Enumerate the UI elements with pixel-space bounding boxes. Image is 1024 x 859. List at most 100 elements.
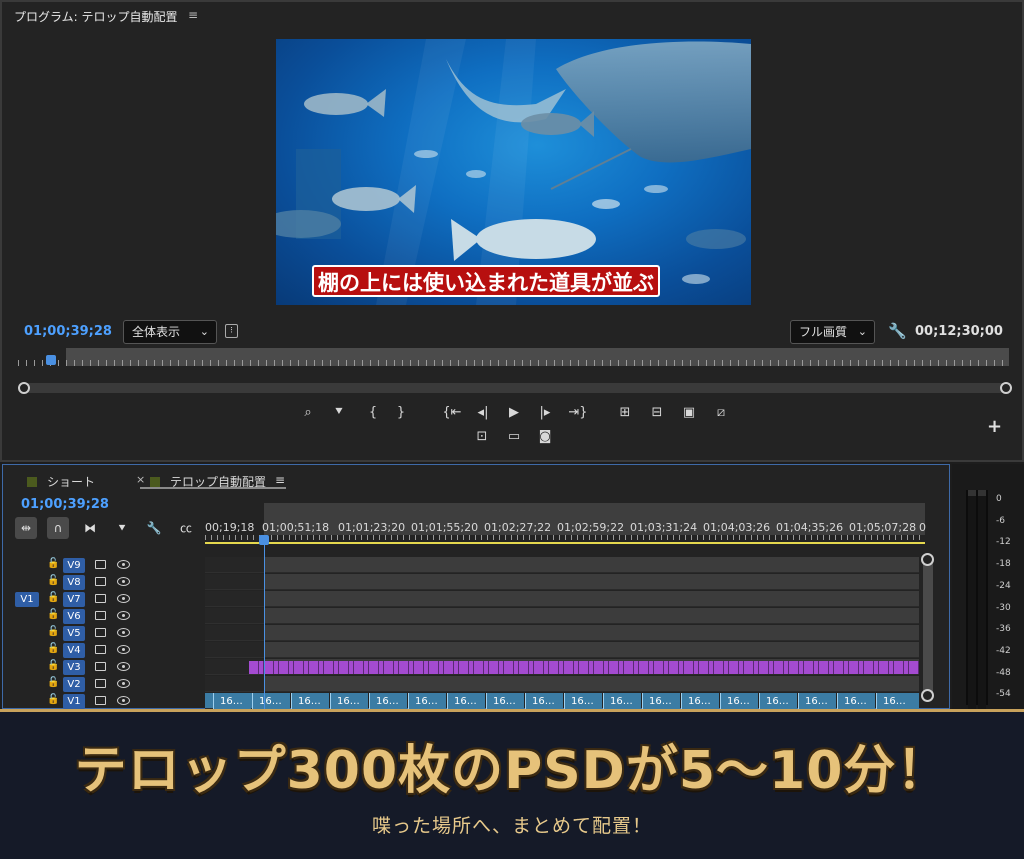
timeline-time-ruler[interactable]: 00;19;18 01;00;51;18 01;01;23;20 01;01;5…: [205, 503, 926, 545]
timeline-vertical-scrollbar[interactable]: [923, 557, 933, 697]
video-clip[interactable]: 16…: [603, 693, 641, 710]
go-to-in-icon[interactable]: {⇤: [442, 405, 462, 421]
marker-icon[interactable]: ⯆: [329, 405, 349, 421]
eye-icon[interactable]: [117, 645, 130, 654]
track-name[interactable]: V9: [63, 558, 85, 573]
lock-icon[interactable]: 🔓: [47, 558, 59, 569]
eye-icon[interactable]: [117, 611, 130, 620]
video-clip[interactable]: 16…: [330, 693, 368, 710]
lock-icon[interactable]: 🔓: [47, 677, 59, 688]
track-name[interactable]: V5: [63, 626, 85, 641]
track-content-area[interactable]: [265, 557, 919, 573]
insert-overwrite-icon[interactable]: ⇹: [15, 517, 37, 539]
video-clip[interactable]: 16…: [369, 693, 407, 710]
add-marker-icon[interactable]: ⌕: [298, 405, 318, 421]
lock-icon[interactable]: 🔓: [47, 694, 59, 705]
sync-lock-icon[interactable]: [95, 645, 106, 654]
eye-icon[interactable]: [117, 594, 130, 603]
eye-icon[interactable]: [117, 662, 130, 671]
track-content-area[interactable]: [265, 642, 919, 658]
timeline-timecode[interactable]: 01;00;39;28: [21, 497, 109, 512]
track-content-area[interactable]: [265, 574, 919, 590]
video-clip[interactable]: 16…: [564, 693, 602, 710]
video-clip[interactable]: 16…: [681, 693, 719, 710]
sync-lock-icon[interactable]: [95, 594, 106, 603]
track-content-area[interactable]: [265, 625, 919, 641]
snap-magnet-icon[interactable]: ∩: [47, 517, 69, 539]
video-clip[interactable]: 16…: [837, 693, 875, 710]
scrollbar-right-handle[interactable]: [1000, 382, 1012, 394]
eye-icon[interactable]: [117, 679, 130, 688]
extract-icon[interactable]: ⊟: [647, 405, 667, 421]
button-editor-add-icon[interactable]: +: [987, 416, 1002, 437]
scrollbar-top-handle[interactable]: [921, 553, 934, 566]
video-clip[interactable]: 16…: [408, 693, 446, 710]
tab-short[interactable]: ショート: [27, 473, 95, 490]
track-content-area[interactable]: [265, 608, 919, 624]
sync-lock-icon[interactable]: [95, 611, 106, 620]
scrollbar-left-handle[interactable]: [18, 382, 30, 394]
work-area-bar[interactable]: [205, 542, 925, 544]
sync-lock-icon[interactable]: [95, 560, 106, 569]
lift-icon[interactable]: ⊞: [615, 405, 635, 421]
video-clip[interactable]: 16…: [486, 693, 524, 710]
comparison-view-icon[interactable]: ⊡: [472, 429, 492, 445]
eye-icon[interactable]: [117, 560, 130, 569]
sync-lock-icon[interactable]: [95, 679, 106, 688]
fit-options-icon[interactable]: ⁝: [225, 324, 238, 338]
track-name[interactable]: V7: [63, 592, 85, 607]
eye-icon[interactable]: [117, 577, 130, 586]
video-clip[interactable]: 16…: [525, 693, 563, 710]
captions-cc-icon[interactable]: ㏄: [175, 517, 197, 539]
settings-wrench-icon[interactable]: 🔧: [888, 322, 907, 340]
video-clip[interactable]: 16…: [291, 693, 329, 710]
panel-menu-icon[interactable]: ≡: [275, 473, 285, 487]
zoom-fit-dropdown[interactable]: 全体表示 ⌄: [123, 320, 217, 344]
video-clip[interactable]: 16…: [720, 693, 758, 710]
track-content-area[interactable]: [265, 591, 919, 607]
video-clip[interactable]: 16…: [447, 693, 485, 710]
camera-icon[interactable]: ◙: [535, 429, 555, 445]
video-clip[interactable]: 16…: [642, 693, 680, 710]
safe-margins-icon[interactable]: ▭: [504, 429, 524, 445]
monitor-time-ruler[interactable]: [18, 348, 1009, 366]
track-name[interactable]: V6: [63, 609, 85, 624]
lock-icon[interactable]: 🔓: [47, 609, 59, 620]
track-name[interactable]: V8: [63, 575, 85, 590]
eye-icon[interactable]: [117, 696, 130, 705]
track-name[interactable]: V4: [63, 643, 85, 658]
scrollbar-bottom-handle[interactable]: [921, 689, 934, 702]
video-clip[interactable]: 16…: [759, 693, 797, 710]
play-icon[interactable]: ▶: [504, 405, 524, 421]
sync-lock-icon[interactable]: [95, 696, 106, 705]
export-frame-icon[interactable]: ▣: [679, 405, 699, 421]
monitor-playhead[interactable]: [46, 355, 56, 365]
video-clip[interactable]: 16…: [213, 693, 251, 710]
track-name[interactable]: V3: [63, 660, 85, 675]
timeline-playhead[interactable]: [259, 535, 269, 545]
track-name[interactable]: V1: [63, 694, 85, 709]
in-point-icon[interactable]: {: [363, 405, 383, 421]
playback-resolution-dropdown[interactable]: フル画質 ⌄: [790, 320, 875, 344]
close-icon[interactable]: ×: [136, 473, 145, 486]
source-patch-v1[interactable]: V1: [15, 592, 39, 607]
video-clip[interactable]: 16…: [876, 693, 919, 710]
timeline-settings-wrench-icon[interactable]: 🔧: [143, 517, 165, 539]
lock-icon[interactable]: 🔓: [47, 643, 59, 654]
eye-icon[interactable]: [117, 628, 130, 637]
step-forward-icon[interactable]: |▸: [535, 405, 555, 421]
insert-icon[interactable]: ⧄: [711, 405, 731, 421]
track-name[interactable]: V2: [63, 677, 85, 692]
out-point-icon[interactable]: }: [391, 405, 411, 421]
step-back-icon[interactable]: ◂|: [473, 405, 493, 421]
sync-lock-icon[interactable]: [95, 628, 106, 637]
sync-lock-icon[interactable]: [95, 662, 106, 671]
lock-icon[interactable]: 🔓: [47, 626, 59, 637]
telop-clips-strip[interactable]: [249, 661, 919, 674]
sync-lock-icon[interactable]: [95, 577, 106, 586]
lock-icon[interactable]: 🔓: [47, 660, 59, 671]
monitor-zoom-scrollbar[interactable]: [18, 382, 1012, 394]
go-to-out-icon[interactable]: ⇥}: [568, 405, 588, 421]
add-marker-icon[interactable]: ⯆: [111, 517, 133, 539]
linked-selection-icon[interactable]: ⧓: [79, 517, 101, 539]
